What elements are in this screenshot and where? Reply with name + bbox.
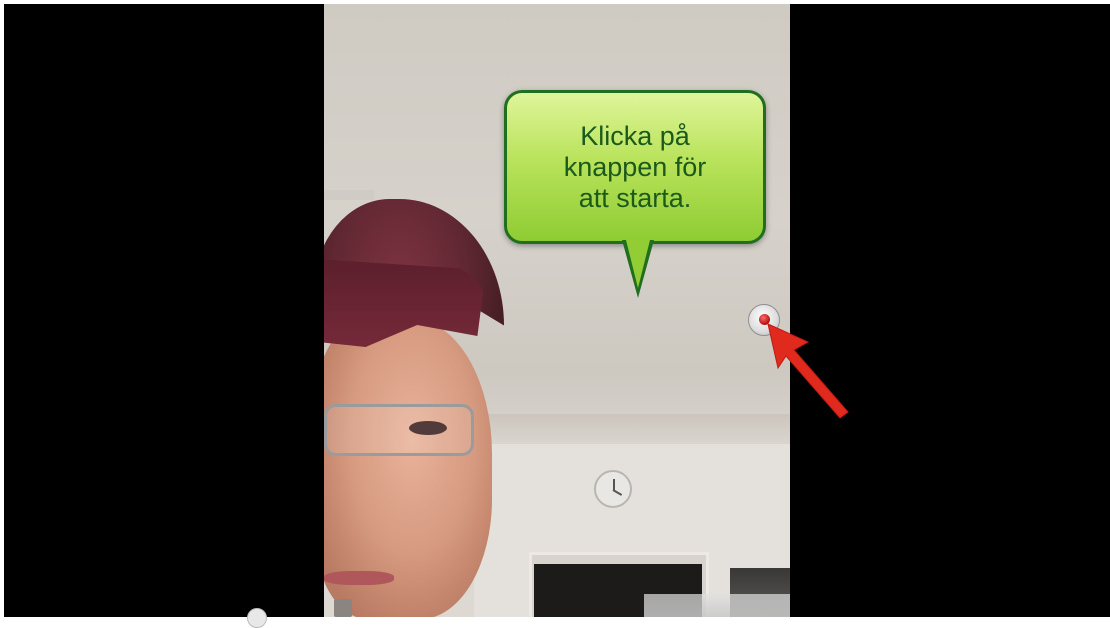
instruction-tooltip: Klicka på knappen för att starta. xyxy=(504,90,766,244)
photo-thumbnail-icon[interactable] xyxy=(334,599,352,617)
glasses xyxy=(324,404,474,456)
person xyxy=(324,199,504,617)
video-scrubber-handle[interactable] xyxy=(247,608,267,628)
tooltip-line-1: Klicka på xyxy=(580,120,690,151)
mouth xyxy=(324,571,394,585)
tooltip-line-3: att starta. xyxy=(578,182,692,213)
red-arrow-icon xyxy=(767,323,849,419)
video-frame: Klicka på knappen för att starta. xyxy=(4,4,1110,617)
bottom-toolbar xyxy=(644,594,790,617)
clock-icon xyxy=(594,470,632,508)
tooltip-line-2: knappen för xyxy=(563,151,707,182)
tooltip-tail-fill xyxy=(626,240,650,288)
